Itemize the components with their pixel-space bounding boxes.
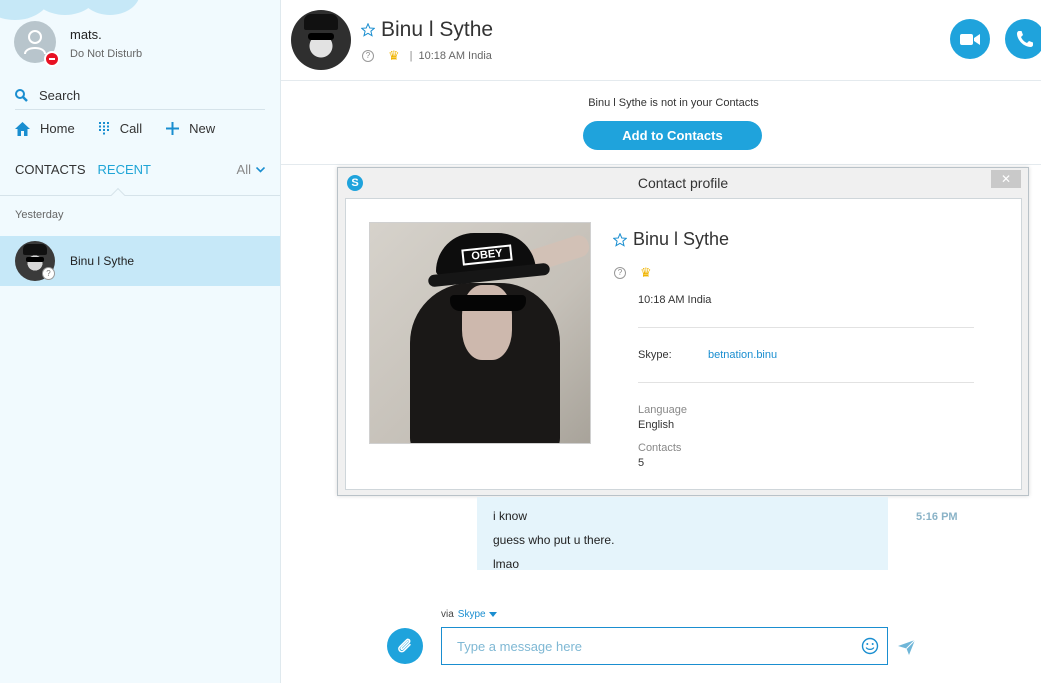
message-timestamp: 5:16 PM: [916, 511, 958, 523]
nav-bar: Home Call New: [15, 121, 239, 136]
contact-tabs: CONTACTS RECENT All: [15, 162, 265, 177]
nav-new-label: New: [189, 121, 216, 136]
divider: [638, 327, 974, 328]
message-input-box: [441, 627, 888, 665]
via-selector[interactable]: via Skype: [441, 609, 497, 620]
close-button[interactable]: ✕: [991, 170, 1021, 188]
filter-dropdown[interactable]: All: [237, 162, 265, 177]
caret-down-icon: [488, 612, 497, 617]
emoji-icon[interactable]: [861, 637, 879, 655]
tab-recent[interactable]: RECENT: [98, 162, 151, 177]
via-label: via: [441, 609, 454, 620]
recent-item-name: Binu l Sythe: [70, 254, 135, 268]
paperclip-icon: [398, 638, 411, 653]
conversation-header: Binu l Sythe ? ♛ | 10:18 AM India: [281, 0, 1041, 81]
unknown-status-icon: ?: [362, 50, 374, 62]
dialpad-icon: [98, 122, 109, 135]
language-label: Language: [638, 404, 687, 416]
search-label: Search: [39, 88, 81, 103]
send-icon[interactable]: [898, 640, 915, 655]
nav-call-button[interactable]: Call: [98, 121, 143, 136]
unknown-status-icon: ?: [614, 267, 626, 279]
not-in-contacts-banner: Binu l Sythe is not in your Contacts Add…: [281, 81, 1041, 165]
star-icon[interactable]: [361, 23, 375, 37]
my-avatar[interactable]: [14, 21, 60, 67]
language-value: English: [638, 419, 675, 431]
message-bubble[interactable]: i know guess who put u there. lmao: [477, 497, 888, 570]
tab-indicator: [110, 187, 126, 203]
my-profile[interactable]: mats. Do Not Disturb: [14, 21, 142, 67]
my-status[interactable]: Do Not Disturb: [70, 48, 142, 60]
contacts-count-label: Contacts: [638, 442, 682, 454]
dnd-status-icon: [44, 51, 60, 67]
message-line: i know: [493, 509, 528, 523]
phone-icon: [1017, 31, 1033, 47]
message-input[interactable]: [442, 628, 832, 664]
home-icon: [15, 121, 30, 136]
contact-header-avatar[interactable]: [291, 10, 351, 70]
not-in-contacts-text: Binu l Sythe is not in your Contacts: [588, 97, 759, 109]
nav-home-button[interactable]: Home: [15, 121, 75, 136]
tab-contacts[interactable]: CONTACTS: [15, 162, 86, 177]
plus-icon: [166, 122, 180, 135]
unknown-status-icon: ?: [42, 267, 55, 280]
recent-group-label: Yesterday: [15, 209, 64, 221]
header-separator: |: [409, 50, 413, 62]
nav-home-label: Home: [40, 121, 75, 136]
search-icon: [15, 89, 28, 102]
crown-icon: ♛: [640, 265, 652, 280]
my-name: mats.: [70, 27, 102, 42]
message-line: guess who put u there.: [493, 533, 615, 547]
recent-item[interactable]: ? Binu l Sythe: [0, 236, 280, 286]
contact-profile-dialog: S Contact profile ✕ OBEY Binu l Sythe ? …: [337, 167, 1029, 496]
contact-local-time: 10:18 AM India: [418, 50, 492, 62]
divider: [638, 382, 974, 383]
profile-name: Binu l Sythe: [633, 229, 730, 249]
profile-photo: OBEY: [369, 222, 591, 444]
dialog-title: Contact profile: [637, 175, 729, 191]
tab-divider: [0, 195, 280, 196]
video-call-button[interactable]: [950, 19, 990, 59]
audio-call-button[interactable]: [1005, 19, 1041, 59]
message-line: lmao: [493, 557, 520, 570]
sidebar: mats. Do Not Disturb Search Home Call Ne…: [0, 0, 281, 683]
contacts-count-value: 5: [638, 457, 645, 469]
via-service: Skype: [457, 609, 486, 620]
filter-label: All: [236, 162, 251, 177]
star-icon[interactable]: [613, 232, 627, 247]
add-to-contacts-button[interactable]: Add to Contacts: [583, 121, 762, 150]
chevron-down-icon: [256, 166, 265, 173]
search-box[interactable]: Search: [15, 82, 265, 110]
skype-id-label: Skype:: [638, 349, 672, 361]
skype-id-value[interactable]: betnation.binu: [708, 349, 777, 361]
contact-name: Binu l Sythe: [381, 18, 494, 41]
dialog-body: OBEY Binu l Sythe ? ♛ 10:18 AM India Sky…: [345, 198, 1022, 490]
nav-call-label: Call: [119, 121, 143, 136]
video-camera-icon: [960, 33, 980, 45]
person-icon: [24, 30, 46, 55]
profile-local-time: 10:18 AM India: [638, 294, 712, 306]
nav-new-button[interactable]: New: [166, 121, 215, 136]
crown-icon: ♛: [388, 48, 400, 63]
attach-button[interactable]: [387, 628, 423, 664]
